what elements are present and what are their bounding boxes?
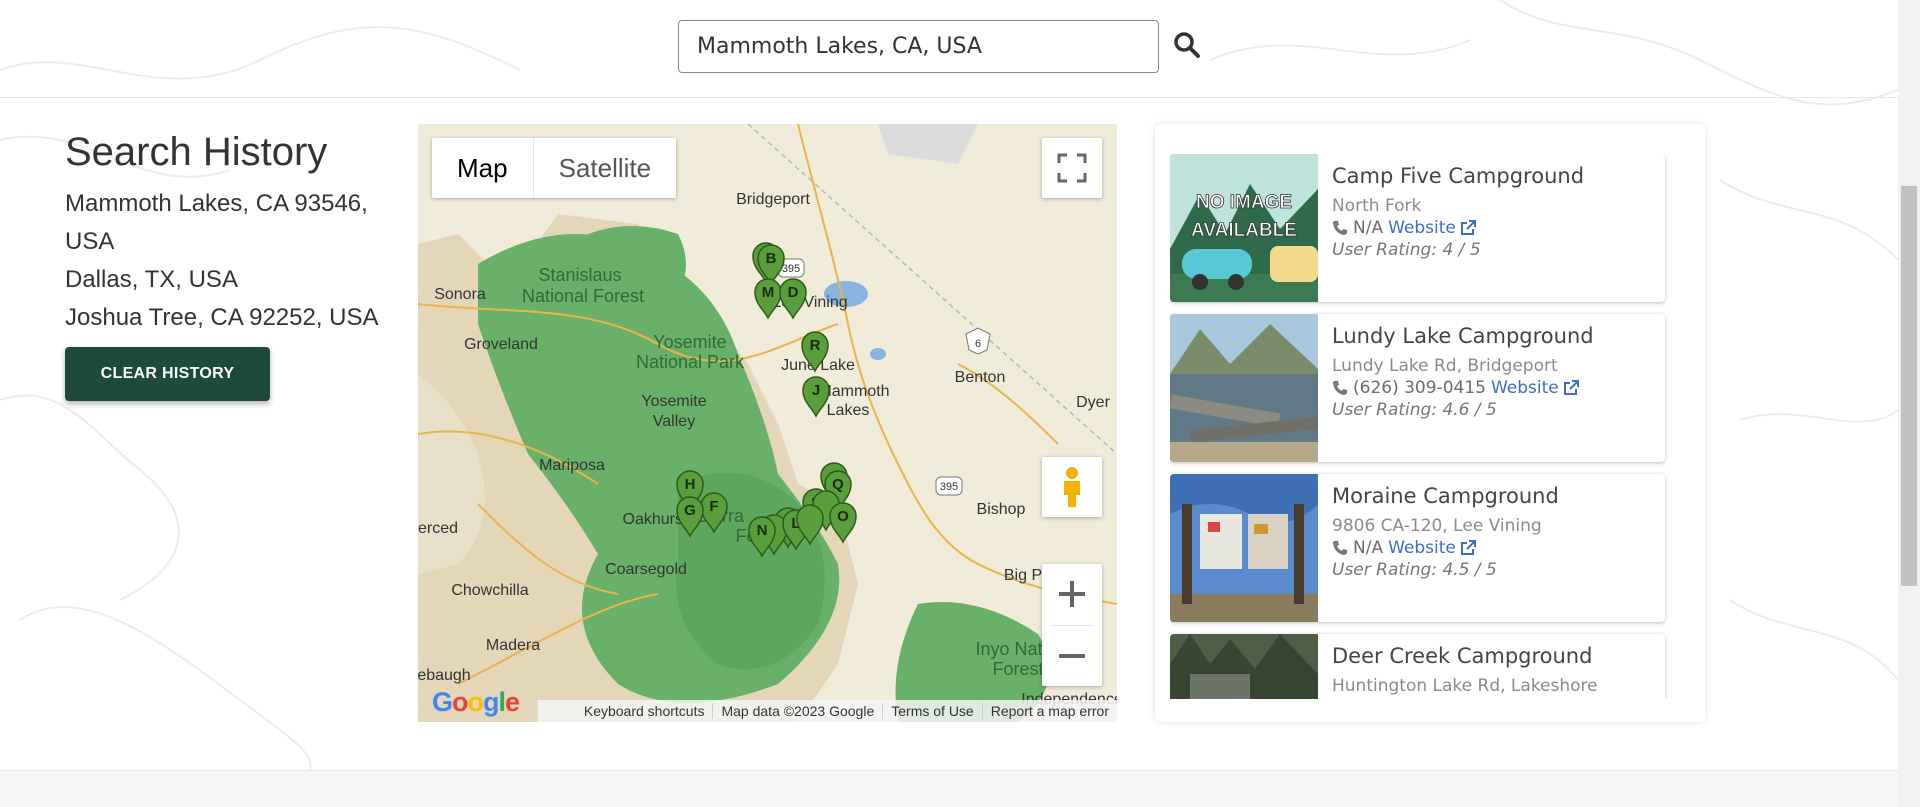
map[interactable]: Bridgeport Stanislaus National Forest So…: [418, 124, 1117, 722]
google-logo: Google: [432, 687, 520, 717]
map-footer: Keyboard shortcuts Map data ©2023 Google…: [538, 700, 1117, 722]
campground-address: North Fork: [1332, 196, 1422, 216]
keyboard-shortcuts-link[interactable]: Keyboard shortcuts: [576, 703, 713, 719]
svg-text:B: B: [766, 250, 777, 267]
map-data-text: Map data ©2023 Google: [712, 703, 882, 719]
campground-phone: N/A: [1353, 538, 1384, 558]
external-link-icon: [1563, 380, 1579, 395]
campground-card[interactable]: NO IMAGE AVAILABLE Camp Five Campground …: [1170, 154, 1665, 302]
history-item[interactable]: Mammoth Lakes, CA 93546, USA: [65, 185, 395, 261]
campground-card[interactable]: Lundy Lake Campground Lundy Lake Rd, Bri…: [1170, 314, 1665, 462]
page-scroll-thumb[interactable]: [1901, 186, 1917, 586]
results-list: NO IMAGE AVAILABLE Camp Five Campground …: [1170, 154, 1695, 699]
svg-text:O: O: [837, 508, 849, 525]
map-type-control: Map Satellite: [432, 138, 677, 198]
search-icon: [1174, 32, 1200, 58]
campground-name: Deer Creek Campground: [1332, 644, 1593, 668]
user-rating: User Rating: 4 / 5: [1332, 240, 1481, 260]
map-type-satellite-button[interactable]: Satellite: [534, 138, 677, 198]
no-image-text: NO IMAGE: [1196, 192, 1292, 213]
campground-address: 9806 CA-120, Lee Vining: [1332, 516, 1542, 536]
search-input[interactable]: [678, 20, 1159, 73]
map-marker[interactable]: B: [757, 244, 785, 285]
campground-card[interactable]: Moraine Campground 9806 CA-120, Lee Vini…: [1170, 474, 1665, 622]
external-link-icon: [1460, 540, 1476, 555]
pegman-icon: [1064, 467, 1080, 507]
svg-text:M: M: [762, 284, 775, 301]
svg-text:J: J: [812, 382, 820, 399]
user-rating: User Rating: 4.5 / 5: [1332, 560, 1497, 580]
user-rating: User Rating: 4.6 / 5: [1332, 400, 1497, 420]
svg-text:Q: Q: [832, 476, 844, 493]
map-marker[interactable]: G: [676, 496, 704, 537]
zoom-control: [1042, 564, 1102, 686]
map-type-map-button[interactable]: Map: [432, 138, 534, 198]
search-button[interactable]: [1173, 31, 1203, 61]
campground-address: Lundy Lake Rd, Bridgeport: [1332, 356, 1558, 376]
campground-name: Camp Five Campground: [1332, 164, 1585, 188]
campground-photo: [1170, 634, 1318, 699]
history-item[interactable]: Dallas, TX, USA: [65, 261, 395, 299]
no-image-thumbnail: NO IMAGE AVAILABLE: [1170, 154, 1318, 302]
campground-name: Lundy Lake Campground: [1332, 324, 1594, 348]
campground-address: Huntington Lake Rd, Lakeshore: [1332, 676, 1598, 696]
map-marker[interactable]: J: [802, 376, 830, 417]
plus-icon: [1059, 581, 1085, 607]
report-error-link[interactable]: Report a map error: [981, 703, 1117, 719]
minus-icon: [1059, 654, 1085, 658]
website-link[interactable]: Website: [1388, 218, 1476, 238]
svg-text:G: G: [684, 502, 696, 519]
zoom-out-button[interactable]: [1042, 626, 1102, 686]
search-history: Search History Mammoth Lakes, CA 93546, …: [65, 130, 395, 401]
results-panel: NO IMAGE AVAILABLE Camp Five Campground …: [1155, 124, 1705, 722]
history-item[interactable]: Joshua Tree, CA 92252, USA: [65, 299, 395, 337]
svg-text:R: R: [810, 337, 821, 354]
map-marker[interactable]: M: [754, 278, 782, 319]
campground-name: Moraine Campground: [1332, 484, 1559, 508]
campground-photo: [1170, 474, 1318, 622]
svg-text:H: H: [685, 476, 696, 493]
header: [0, 0, 1898, 98]
website-link[interactable]: Website: [1491, 378, 1579, 398]
fullscreen-button[interactable]: [1042, 138, 1102, 198]
map-marker[interactable]: R: [801, 331, 829, 372]
website-link[interactable]: Website: [1388, 538, 1476, 558]
campground-card[interactable]: Deer Creek Campground Huntington Lake Rd…: [1170, 634, 1665, 699]
campground-photo: [1170, 314, 1318, 462]
phone-icon: [1333, 221, 1347, 235]
street-view-pegman[interactable]: [1042, 457, 1102, 517]
phone-icon: [1333, 541, 1347, 555]
no-image-text: AVAILABLE: [1191, 220, 1297, 241]
clear-history-button[interactable]: CLEAR HISTORY: [65, 347, 270, 401]
fullscreen-icon: [1057, 153, 1087, 183]
phone-icon: [1333, 381, 1347, 395]
svg-text:D: D: [788, 284, 799, 301]
footer-band: [0, 770, 1898, 807]
history-list: Mammoth Lakes, CA 93546, USA Dallas, TX,…: [65, 185, 395, 337]
history-title: Search History: [65, 130, 328, 174]
campground-phone: (626) 309-0415: [1353, 378, 1486, 398]
terms-link[interactable]: Terms of Use: [882, 703, 981, 719]
external-link-icon: [1460, 220, 1476, 235]
map-marker[interactable]: O: [829, 502, 857, 543]
zoom-in-button[interactable]: [1042, 564, 1102, 624]
svg-text:N: N: [757, 522, 768, 539]
map-markers: B M D R J H F G N L Q S O: [676, 242, 857, 557]
page-scrollbar[interactable]: [1898, 0, 1920, 807]
svg-text:F: F: [709, 498, 718, 515]
map-marker[interactable]: D: [779, 278, 807, 319]
map-marker[interactable]: F: [700, 492, 728, 533]
campground-phone: N/A: [1353, 218, 1384, 238]
